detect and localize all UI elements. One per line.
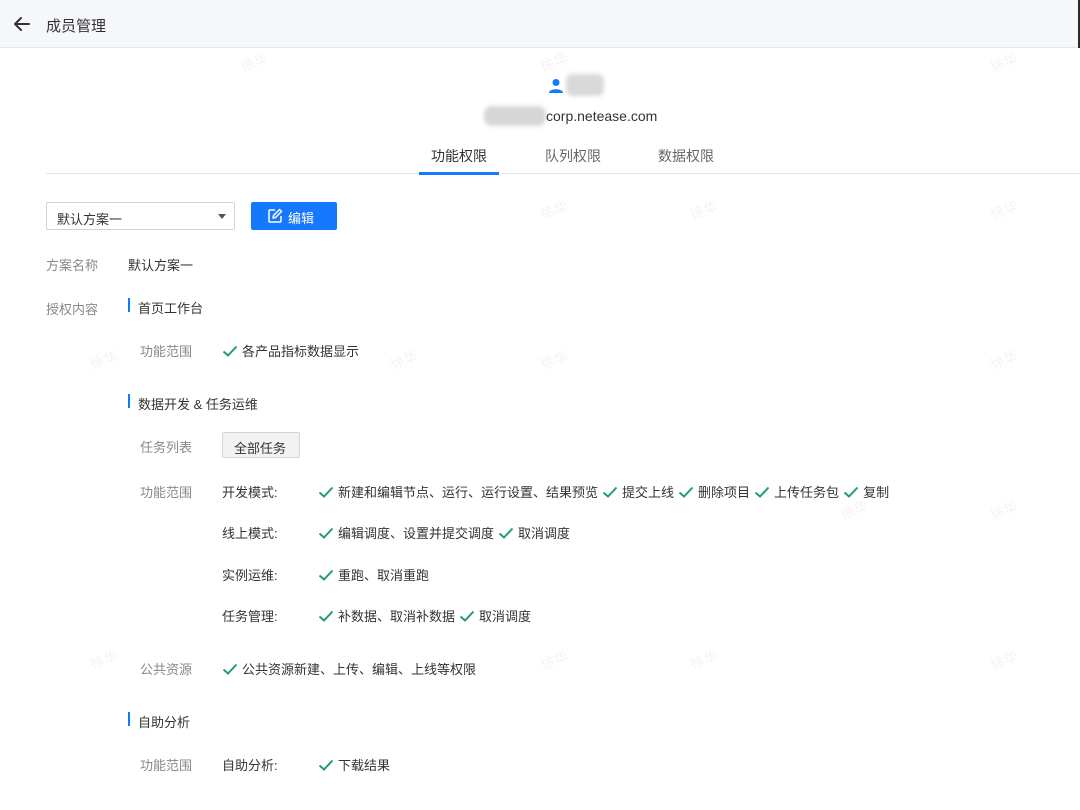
perm-item: 复制: [843, 482, 889, 501]
self-analysis-perms: 下载结果: [318, 755, 394, 774]
tab-data-permission[interactable]: 数据权限: [658, 146, 714, 166]
plan-select-value: 默认方案一: [57, 212, 123, 227]
plan-name-value: 默认方案一: [128, 258, 194, 273]
check-icon: [459, 610, 475, 622]
section-title-dev-ops: 数据开发 & 任务运维: [138, 397, 258, 412]
mode-name-online: 线上模式:: [222, 526, 278, 541]
watermark: 徐华: [388, 347, 420, 373]
task-mgmt-perms: 补数据、取消补数据 取消调度: [318, 606, 535, 625]
back-arrow-icon[interactable]: [12, 14, 32, 34]
check-icon: [222, 345, 238, 357]
watermark: 徐华: [88, 647, 120, 673]
top-bar: 成员管理: [0, 0, 1080, 48]
plan-select[interactable]: 默认方案一: [46, 202, 235, 230]
tabs-divider: [46, 173, 1080, 174]
user-icon: [548, 78, 564, 94]
homepage-perms: 各产品指标数据显示: [222, 341, 363, 360]
perm-item: 取消调度: [459, 606, 531, 625]
watermark: 徐华: [688, 647, 720, 673]
mode-name-task-mgmt: 任务管理:: [222, 609, 278, 624]
check-icon: [318, 527, 334, 539]
member-name-blurred: [566, 74, 604, 96]
watermark: 徐华: [688, 197, 720, 223]
task-list-label: 任务列表: [140, 440, 193, 455]
mode-name-self-analysis: 自助分析:: [222, 758, 278, 773]
caret-down-icon: [218, 214, 226, 219]
perm-item: 编辑调度、设置并提交调度: [318, 523, 494, 542]
edit-button-label: 编辑: [288, 211, 315, 226]
check-icon: [318, 759, 334, 771]
perm-item: 下载结果: [318, 755, 390, 774]
watermark: 徐华: [538, 197, 570, 223]
check-icon: [318, 610, 334, 622]
check-icon: [498, 527, 514, 539]
active-tab-indicator: [419, 172, 499, 175]
watermark: 徐华: [538, 347, 570, 373]
self-analysis-scope-label: 功能范围: [140, 758, 193, 773]
auth-content-label: 授权内容: [46, 302, 99, 317]
perm-item: 重跑、取消重跑: [318, 565, 429, 584]
tab-queue-permission[interactable]: 队列权限: [545, 146, 601, 166]
check-icon: [222, 663, 238, 675]
section-title-homepage: 首页工作台: [138, 301, 204, 316]
watermark: 徐华: [988, 347, 1020, 373]
member-email: corp.netease.com: [546, 108, 658, 124]
check-icon: [843, 486, 859, 498]
plan-name-label: 方案名称: [46, 258, 99, 273]
watermark: 徐华: [88, 347, 120, 373]
section-marker: [128, 394, 130, 408]
section-title-self-analysis: 自助分析: [138, 715, 191, 730]
watermark: 徐华: [988, 647, 1020, 673]
perm-item: 各产品指标数据显示: [222, 341, 359, 360]
check-icon: [318, 486, 334, 498]
homepage-scope-label: 功能范围: [140, 344, 193, 359]
email-prefix-blurred: [484, 106, 546, 126]
section-marker: [128, 712, 130, 726]
check-icon: [318, 569, 334, 581]
check-icon: [754, 486, 770, 498]
tab-function-permission[interactable]: 功能权限: [431, 146, 487, 166]
watermark: 徐华: [988, 197, 1020, 223]
dev-ops-scope-label: 功能范围: [140, 485, 193, 500]
perm-item: 提交上线: [602, 482, 674, 501]
mode-name-dev: 开发模式:: [222, 485, 278, 500]
member-info: corp.netease.com: [0, 72, 1080, 126]
perm-item: 删除项目: [678, 482, 750, 501]
perm-item: 公共资源新建、上传、编辑、上线等权限: [222, 659, 476, 678]
permission-tabs: 功能权限 队列权限 数据权限: [0, 140, 1080, 175]
public-resource-perms: 公共资源新建、上传、编辑、上线等权限: [222, 659, 480, 678]
perm-item: 上传任务包: [754, 482, 839, 501]
public-resource-label: 公共资源: [140, 662, 193, 677]
perm-item: 新建和编辑节点、运行、运行设置、结果预览: [318, 482, 598, 501]
mode-name-instance-ops: 实例运维:: [222, 568, 278, 583]
all-tasks-button[interactable]: 全部任务: [222, 432, 300, 458]
watermark: 徐华: [538, 647, 570, 673]
page-title: 成员管理: [46, 18, 107, 35]
perm-item: 取消调度: [498, 523, 570, 542]
dev-mode-perms: 新建和编辑节点、运行、运行设置、结果预览 提交上线 删除项目 上传任务包 复制: [318, 482, 893, 501]
edit-button[interactable]: 编辑: [251, 202, 337, 230]
edit-icon: [267, 208, 283, 224]
watermark: 徐华: [988, 497, 1020, 523]
perm-item: 补数据、取消补数据: [318, 606, 455, 625]
online-mode-perms: 编辑调度、设置并提交调度 取消调度: [318, 523, 574, 542]
instance-ops-perms: 重跑、取消重跑: [318, 565, 433, 584]
check-icon: [602, 486, 618, 498]
section-marker: [128, 298, 130, 312]
check-icon: [678, 486, 694, 498]
